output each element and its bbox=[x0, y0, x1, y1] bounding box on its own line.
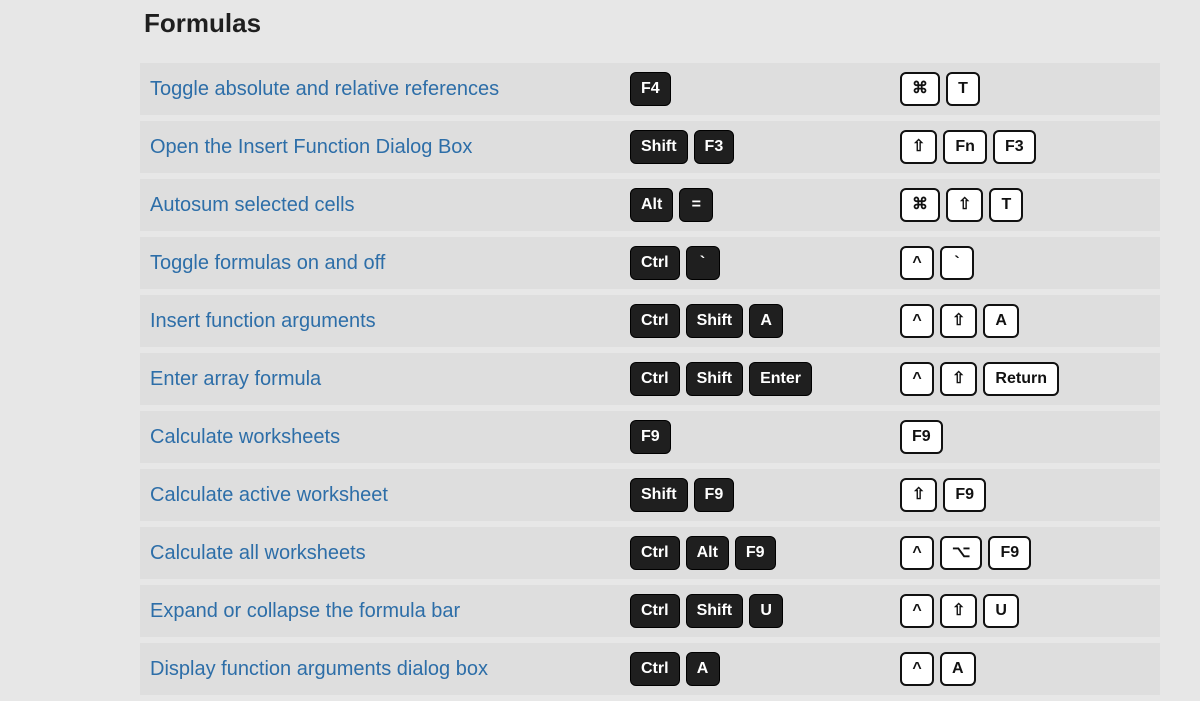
key-a: A bbox=[983, 304, 1019, 338]
shortcut-link[interactable]: Calculate all worksheets bbox=[150, 542, 366, 564]
key-alt: Alt bbox=[630, 188, 673, 222]
shortcut-link[interactable]: Open the Insert Function Dialog Box bbox=[150, 136, 472, 158]
key-ctrl: Ctrl bbox=[630, 304, 680, 338]
key-ctrl: Ctrl bbox=[630, 536, 680, 570]
windows-shortcut: CtrlAltF9 bbox=[630, 536, 880, 570]
shortcut-link[interactable]: Toggle absolute and relative references bbox=[150, 78, 499, 100]
key--: ⌥ bbox=[940, 536, 982, 570]
key-return: Return bbox=[983, 362, 1059, 396]
shortcuts-table: Toggle absolute and relative references F… bbox=[140, 57, 1160, 701]
windows-shortcut: CtrlShiftU bbox=[630, 594, 880, 628]
windows-shortcut: CtrlA bbox=[630, 652, 880, 686]
key-f9: F9 bbox=[735, 536, 776, 570]
key--: ^ bbox=[900, 362, 934, 396]
key--: ⌘ bbox=[900, 188, 940, 222]
key-f9: F9 bbox=[630, 420, 671, 454]
table-row: Toggle absolute and relative references F… bbox=[140, 63, 1160, 115]
key-ctrl: Ctrl bbox=[630, 652, 680, 686]
key-shift: Shift bbox=[686, 362, 744, 396]
windows-shortcut: F9 bbox=[630, 420, 880, 454]
mac-shortcut: ^A bbox=[900, 652, 1150, 686]
shortcut-link[interactable]: Expand or collapse the formula bar bbox=[150, 600, 460, 622]
key--: ^ bbox=[900, 594, 934, 628]
mac-shortcut: ^⌥F9 bbox=[900, 536, 1150, 570]
table-row: Autosum selected cells Alt= ⌘⇧T bbox=[140, 179, 1160, 231]
table-row: Calculate active worksheetShiftF9⇧F9 bbox=[140, 469, 1160, 521]
key-u: U bbox=[983, 594, 1019, 628]
shortcut-link[interactable]: Calculate worksheets bbox=[150, 426, 340, 448]
windows-shortcut: Ctrl` bbox=[630, 246, 880, 280]
key-f9: F9 bbox=[943, 478, 986, 512]
windows-shortcut: CtrlShiftEnter bbox=[630, 362, 880, 396]
key-enter: Enter bbox=[749, 362, 812, 396]
key-ctrl: Ctrl bbox=[630, 362, 680, 396]
mac-shortcut: ^⇧U bbox=[900, 594, 1150, 628]
key--: ` bbox=[940, 246, 974, 280]
key-a: A bbox=[686, 652, 720, 686]
shortcut-link[interactable]: Toggle formulas on and off bbox=[150, 252, 385, 274]
table-row: Open the Insert Function Dialog Box Shift… bbox=[140, 121, 1160, 173]
key-f3: F3 bbox=[993, 130, 1036, 164]
windows-shortcut: Alt= bbox=[630, 188, 880, 222]
key-f4: F4 bbox=[630, 72, 671, 106]
key--: ⇧ bbox=[946, 188, 983, 222]
key-shift: Shift bbox=[630, 130, 688, 164]
key-f9: F9 bbox=[900, 420, 943, 454]
mac-shortcut: ^⇧Return bbox=[900, 362, 1150, 396]
key--: = bbox=[679, 188, 713, 222]
mac-shortcut: ^⇧A bbox=[900, 304, 1150, 338]
key--: ⌘ bbox=[900, 72, 940, 106]
key-fn: Fn bbox=[943, 130, 987, 164]
key--: ^ bbox=[900, 652, 934, 686]
windows-shortcut: CtrlShiftA bbox=[630, 304, 880, 338]
table-row: Enter array formula CtrlShiftEnter ^⇧Retur… bbox=[140, 353, 1160, 405]
section-title: Formulas bbox=[144, 8, 1160, 39]
table-row: Calculate all worksheetsCtrlAltF9^⌥F9 bbox=[140, 527, 1160, 579]
mac-shortcut: ⌘⇧T bbox=[900, 188, 1150, 222]
table-row: Toggle formulas on and offCtrl`^` bbox=[140, 237, 1160, 289]
key-a: A bbox=[940, 652, 976, 686]
key--: ⇧ bbox=[940, 594, 977, 628]
shortcut-link[interactable]: Calculate active worksheet bbox=[150, 484, 388, 506]
key-t: T bbox=[989, 188, 1023, 222]
shortcut-link[interactable]: Enter array formula bbox=[150, 368, 321, 390]
key-alt: Alt bbox=[686, 536, 729, 570]
key-a: A bbox=[749, 304, 783, 338]
key--: ⇧ bbox=[900, 130, 937, 164]
mac-shortcut: ⇧F9 bbox=[900, 478, 1150, 512]
windows-shortcut: ShiftF9 bbox=[630, 478, 880, 512]
table-row: Calculate worksheets F9 F9 bbox=[140, 411, 1160, 463]
windows-shortcut: F4 bbox=[630, 72, 880, 106]
key-ctrl: Ctrl bbox=[630, 594, 680, 628]
table-row: Expand or collapse the formula bar CtrlSh… bbox=[140, 585, 1160, 637]
table-row: Insert function argumentsCtrlShiftA^⇧A bbox=[140, 295, 1160, 347]
key-t: T bbox=[946, 72, 980, 106]
key-f9: F9 bbox=[694, 478, 735, 512]
key--: ^ bbox=[900, 536, 934, 570]
shortcut-link[interactable]: Insert function arguments bbox=[150, 310, 376, 332]
key-shift: Shift bbox=[686, 594, 744, 628]
key-shift: Shift bbox=[630, 478, 688, 512]
key-ctrl: Ctrl bbox=[630, 246, 680, 280]
key-u: U bbox=[749, 594, 783, 628]
mac-shortcut: F9 bbox=[900, 420, 1150, 454]
shortcut-link[interactable]: Autosum selected cells bbox=[150, 194, 355, 216]
shortcut-link[interactable]: Display function arguments dialog box bbox=[150, 658, 488, 680]
key-shift: Shift bbox=[686, 304, 744, 338]
mac-shortcut: ⌘T bbox=[900, 72, 1150, 106]
key-f9: F9 bbox=[988, 536, 1031, 570]
key-f3: F3 bbox=[694, 130, 735, 164]
table-row: Display function arguments dialog box Ctr… bbox=[140, 643, 1160, 695]
key--: ` bbox=[686, 246, 720, 280]
key--: ⇧ bbox=[900, 478, 937, 512]
mac-shortcut: ^` bbox=[900, 246, 1150, 280]
key--: ⇧ bbox=[940, 362, 977, 396]
windows-shortcut: ShiftF3 bbox=[630, 130, 880, 164]
key--: ⇧ bbox=[940, 304, 977, 338]
key--: ^ bbox=[900, 246, 934, 280]
key--: ^ bbox=[900, 304, 934, 338]
mac-shortcut: ⇧FnF3 bbox=[900, 130, 1150, 164]
